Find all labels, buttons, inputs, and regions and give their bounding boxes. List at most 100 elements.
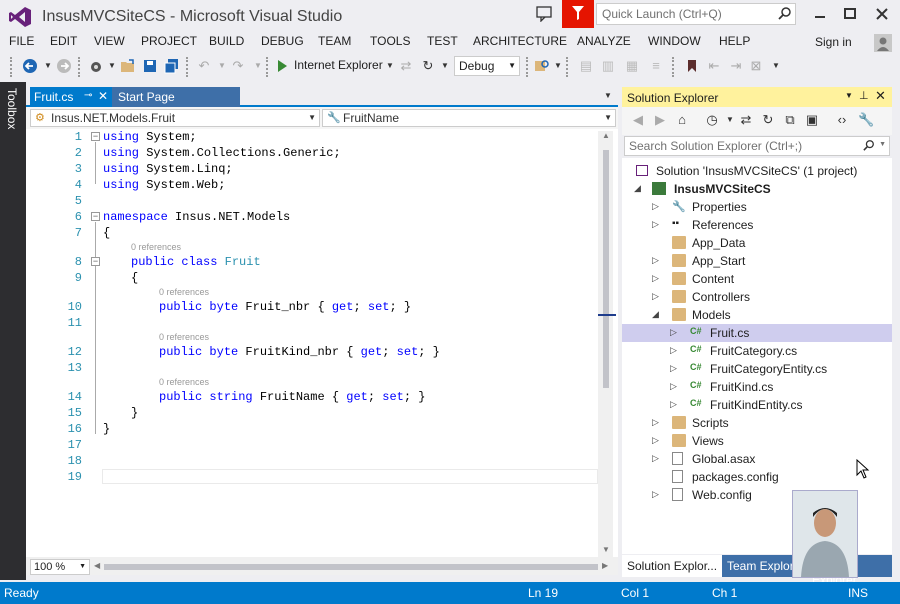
- redo-dropdown-icon[interactable]: ▼: [250, 58, 266, 74]
- horizontal-scrollbar-thumb[interactable]: [104, 564, 598, 570]
- open-file-icon[interactable]: [120, 58, 136, 74]
- collapsed-arrow-icon[interactable]: ▷: [652, 417, 659, 428]
- new-dropdown-icon[interactable]: ▼: [104, 58, 120, 74]
- collapse-icon[interactable]: −: [91, 132, 100, 141]
- tree-item-scripts[interactable]: ▷ Scripts: [622, 414, 892, 432]
- minimize-button[interactable]: [810, 4, 830, 24]
- find-dropdown-icon[interactable]: ▼: [550, 58, 566, 74]
- collapsed-arrow-icon[interactable]: ▷: [670, 399, 677, 410]
- refresh-icon[interactable]: ↻: [760, 112, 776, 128]
- collapse-icon[interactable]: −: [91, 212, 100, 221]
- show-all-files-icon[interactable]: ▣: [804, 112, 820, 128]
- save-icon[interactable]: [142, 58, 158, 74]
- toolbar-grip[interactable]: [10, 57, 14, 77]
- history-dropdown-icon[interactable]: ▼: [722, 112, 738, 128]
- tree-item-fruitcategoryentity-cs[interactable]: ▷ C# FruitCategoryEntity.cs: [622, 360, 892, 378]
- collapsed-arrow-icon[interactable]: ▷: [652, 453, 659, 464]
- configuration-select[interactable]: Debug ▼: [454, 56, 520, 76]
- collapsed-arrow-icon[interactable]: ▷: [652, 435, 659, 446]
- tree-item-global-asax[interactable]: ▷ Global.asax: [622, 450, 892, 468]
- codelens-references[interactable]: 0 references: [159, 287, 209, 297]
- toolbar-overflow-icon[interactable]: ▼: [768, 58, 784, 74]
- forward-icon[interactable]: [56, 58, 72, 74]
- menu-architecture[interactable]: ARCHITECTURE: [473, 34, 567, 48]
- pin-icon[interactable]: ⊸: [84, 90, 92, 101]
- menu-test[interactable]: TEST: [427, 34, 458, 48]
- prev-bookmark-icon[interactable]: ⇤: [706, 58, 722, 74]
- tree-item-fruitkind-cs[interactable]: ▷ C# FruitKind.cs: [622, 378, 892, 396]
- menu-debug[interactable]: DEBUG: [261, 34, 304, 48]
- menu-view[interactable]: VIEW: [94, 34, 125, 48]
- next-bookmark-icon[interactable]: ⇥: [728, 58, 744, 74]
- tree-item-project[interactable]: ◢ InsusMVCSiteCS: [622, 180, 892, 198]
- scroll-up-icon[interactable]: ▲: [602, 131, 610, 140]
- align-center-icon[interactable]: ▥: [600, 58, 616, 74]
- undo-dropdown-icon[interactable]: ▼: [214, 58, 230, 74]
- toolbox-tab[interactable]: Toolbox: [5, 88, 19, 129]
- tree-item-fruit-cs[interactable]: ▷ C# Fruit.cs: [622, 324, 892, 342]
- tree-item-models[interactable]: ◢ Models: [622, 306, 892, 324]
- back-icon[interactable]: [22, 58, 38, 74]
- collapsed-arrow-icon[interactable]: ▷: [670, 381, 677, 392]
- properties-icon[interactable]: 🔧: [858, 112, 874, 128]
- panel-menu-icon[interactable]: ▼: [845, 91, 853, 100]
- view-code-icon[interactable]: ‹›: [834, 112, 850, 128]
- history-icon[interactable]: ◷: [704, 112, 720, 128]
- redo-icon[interactable]: ↷: [230, 58, 246, 74]
- member-navigation-combo[interactable]: 🔧 FruitName ▼: [322, 109, 616, 127]
- codelens-references[interactable]: 0 references: [159, 377, 209, 387]
- scrollbar-thumb[interactable]: [603, 150, 609, 388]
- scroll-left-icon[interactable]: ◀: [94, 561, 100, 570]
- scroll-right-icon[interactable]: ▶: [602, 561, 608, 570]
- codelens-references[interactable]: 0 references: [131, 242, 181, 252]
- maximize-button[interactable]: [840, 4, 860, 24]
- back-icon[interactable]: ◀: [630, 112, 646, 128]
- tree-item-references[interactable]: ▷ ▪▪ References: [622, 216, 892, 234]
- align-right-icon[interactable]: ▦: [624, 58, 640, 74]
- undo-icon[interactable]: ↶: [196, 58, 212, 74]
- tab-fruit-cs[interactable]: Fruit.cs ⊸ ✕: [30, 87, 112, 107]
- codelens-references[interactable]: 0 references: [159, 332, 209, 342]
- clear-bookmarks-icon[interactable]: ⊠: [748, 58, 764, 74]
- menu-edit[interactable]: EDIT: [50, 34, 77, 48]
- collapsed-arrow-icon[interactable]: ▷: [652, 291, 659, 302]
- tree-item-views[interactable]: ▷ Views: [622, 432, 892, 450]
- sync-icon[interactable]: ⇄: [738, 112, 754, 128]
- bookmark-icon[interactable]: [684, 58, 700, 74]
- menu-file[interactable]: FILE: [9, 34, 34, 48]
- feedback-icon[interactable]: [536, 6, 554, 22]
- menu-team[interactable]: TEAM: [318, 34, 351, 48]
- refresh-dropdown-icon[interactable]: ▼: [437, 58, 453, 74]
- pin-icon[interactable]: ⊥: [859, 89, 869, 102]
- outdent-icon[interactable]: ≡: [648, 58, 664, 74]
- tree-item-fruitkindentity-cs[interactable]: ▷ C# FruitKindEntity.cs: [622, 396, 892, 414]
- collapse-all-icon[interactable]: ⧉: [782, 112, 798, 128]
- scroll-down-icon[interactable]: ▼: [602, 545, 610, 554]
- new-project-icon[interactable]: [88, 58, 104, 74]
- tree-item-solution[interactable]: Solution 'InsusMVCSiteCS' (1 project): [622, 162, 892, 180]
- menu-tools[interactable]: TOOLS: [370, 34, 410, 48]
- expanded-arrow-icon[interactable]: ◢: [634, 183, 641, 194]
- menu-build[interactable]: BUILD: [209, 34, 244, 48]
- align-left-icon[interactable]: ▤: [578, 58, 594, 74]
- menu-help[interactable]: HELP: [719, 34, 750, 48]
- tree-item-properties[interactable]: ▷ 🔧 Properties: [622, 198, 892, 216]
- collapsed-arrow-icon[interactable]: ▷: [670, 345, 677, 356]
- collapsed-arrow-icon[interactable]: ▷: [652, 219, 659, 230]
- back-dropdown-icon[interactable]: ▼: [40, 58, 56, 74]
- browser-link-icon[interactable]: ⇄: [398, 58, 414, 74]
- collapsed-arrow-icon[interactable]: ▷: [652, 201, 659, 212]
- tree-item-packages-config[interactable]: packages.config: [622, 468, 892, 486]
- quick-launch-input[interactable]: Quick Launch (Ctrl+Q): [596, 3, 796, 25]
- tab-overflow-icon[interactable]: ▼: [604, 91, 612, 100]
- run-icon[interactable]: [274, 58, 290, 74]
- tab-start-page[interactable]: Start Page: [112, 87, 240, 107]
- refresh-icon[interactable]: ↻: [420, 58, 436, 74]
- zoom-combo[interactable]: 100 % ▼: [30, 559, 90, 575]
- tree-item-app-data[interactable]: App_Data: [622, 234, 892, 252]
- solution-explorer-search[interactable]: Search Solution Explorer (Ctrl+;) ▼: [624, 136, 890, 156]
- tree-item-controllers[interactable]: ▷ Controllers: [622, 288, 892, 306]
- collapsed-arrow-icon[interactable]: ▷: [670, 363, 677, 374]
- tree-item-app-start[interactable]: ▷ App_Start: [622, 252, 892, 270]
- tree-item-content[interactable]: ▷ Content: [622, 270, 892, 288]
